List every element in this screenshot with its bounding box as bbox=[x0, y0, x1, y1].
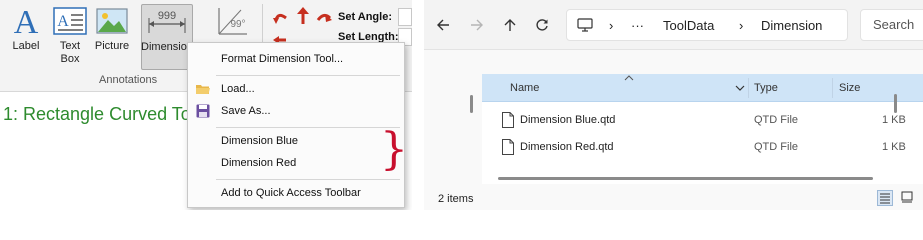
label-button[interactable]: A Label bbox=[6, 4, 46, 70]
breadcrumb-separator: › bbox=[739, 18, 744, 33]
rotate-left-icon[interactable] bbox=[273, 13, 287, 24]
breadcrumb-ellipsis[interactable]: ··· bbox=[631, 18, 644, 33]
menu-item-label: Add to Quick Access Toolbar bbox=[221, 187, 361, 199]
dimension-icon: 999 bbox=[145, 5, 189, 39]
column-header-type[interactable]: Type bbox=[754, 82, 778, 94]
horizontal-scrollbar[interactable] bbox=[498, 177, 873, 180]
textbox-button-label: Text Box bbox=[59, 40, 81, 65]
file-type: QTD File bbox=[754, 114, 798, 126]
set-angle-label: Set Angle: bbox=[338, 11, 392, 23]
column-header-name[interactable]: Name bbox=[510, 82, 539, 94]
refresh-icon bbox=[536, 19, 548, 31]
floppy-disk-icon bbox=[196, 104, 210, 118]
menu-item-label: Save As... bbox=[221, 105, 271, 117]
menu-item-save-as[interactable]: Save As... bbox=[188, 101, 404, 121]
context-menu: Format Dimension Tool... Load... Save As… bbox=[187, 42, 408, 208]
arrow-right-icon bbox=[471, 19, 483, 31]
svg-text:A: A bbox=[14, 4, 39, 38]
svg-text:A: A bbox=[57, 13, 69, 30]
menu-separator bbox=[216, 179, 400, 180]
file-row[interactable]: Dimension Blue.qtd QTD File 1 KB bbox=[482, 106, 923, 134]
sort-ascending-icon bbox=[624, 75, 634, 81]
label-a-icon: A bbox=[11, 4, 41, 38]
textbox-button[interactable]: A Text Box bbox=[50, 4, 90, 70]
search-box[interactable]: Search bbox=[860, 9, 923, 41]
file-icon bbox=[502, 112, 514, 128]
red-brace-annotation: } bbox=[380, 124, 408, 175]
column-header-size[interactable]: Size bbox=[839, 82, 860, 94]
tiles-view-button[interactable] bbox=[900, 190, 916, 206]
file-size: 1 KB bbox=[882, 141, 906, 153]
angle-icon: 99° bbox=[211, 4, 251, 38]
details-view-icon bbox=[880, 193, 890, 204]
nav-pane-scrollbar[interactable] bbox=[470, 95, 473, 113]
menu-separator bbox=[216, 75, 400, 76]
menu-item-label: Format Dimension Tool... bbox=[221, 53, 344, 65]
file-name: Dimension Blue.qtd bbox=[520, 114, 616, 126]
menu-item-label: Dimension Red bbox=[221, 157, 297, 169]
tiles-view-icon bbox=[901, 191, 913, 203]
file-explorer-window: › ··· ToolData › Dimension Search Name T… bbox=[424, 0, 923, 210]
picture-button-label: Picture bbox=[94, 40, 130, 52]
chevron-down-icon[interactable] bbox=[735, 85, 745, 91]
dimension-button[interactable]: 999 Dimension bbox=[141, 4, 193, 70]
arrow-up-icon bbox=[504, 19, 516, 31]
column-divider[interactable] bbox=[832, 78, 833, 98]
rotate-right-icon[interactable] bbox=[316, 13, 332, 22]
file-row[interactable]: Dimension Red.qtd QTD File 1 KB bbox=[482, 133, 923, 161]
file-list: Name Type Size Dimension Blue.qtd QTD Fi… bbox=[482, 74, 923, 184]
picture-icon bbox=[96, 4, 128, 38]
monitor-icon bbox=[577, 18, 593, 32]
breadcrumb-separator: › bbox=[609, 18, 614, 33]
file-type: QTD File bbox=[754, 141, 798, 153]
breadcrumb-tooldata[interactable]: ToolData bbox=[663, 18, 714, 33]
menu-item-label: Load... bbox=[221, 83, 255, 95]
menu-separator bbox=[216, 127, 400, 128]
menu-item-label: Dimension Blue bbox=[221, 135, 299, 147]
angle-icon-value: 99° bbox=[230, 19, 245, 30]
breadcrumb[interactable]: › ··· ToolData › Dimension bbox=[566, 9, 848, 41]
folder-icon bbox=[196, 85, 210, 94]
menu-item-load[interactable]: Load... bbox=[188, 79, 404, 99]
file-icon bbox=[502, 139, 514, 155]
annotations-group-label: Annotations bbox=[99, 74, 158, 86]
details-view-button[interactable] bbox=[877, 190, 893, 206]
breadcrumb-dimension[interactable]: Dimension bbox=[761, 18, 822, 33]
vertical-scrollbar[interactable] bbox=[894, 94, 897, 113]
search-placeholder: Search bbox=[873, 17, 915, 32]
forward-button[interactable] bbox=[466, 14, 488, 36]
label-button-label: Label bbox=[12, 40, 40, 52]
dimension-button-label: Dimension bbox=[141, 41, 193, 53]
menu-item-dimension-blue[interactable]: Dimension Blue bbox=[188, 131, 404, 151]
file-name: Dimension Red.qtd bbox=[520, 141, 614, 153]
address-bar-area: › ··· ToolData › Dimension Search bbox=[424, 0, 923, 50]
set-angle-input[interactable] bbox=[398, 8, 412, 26]
status-bar: 2 items bbox=[424, 186, 923, 210]
back-button[interactable] bbox=[432, 14, 454, 36]
textbox-icon: A bbox=[53, 4, 87, 38]
arrow-left-icon bbox=[437, 19, 449, 31]
column-header-row: Name Type Size bbox=[482, 74, 923, 102]
menu-item-add-to-quick-access[interactable]: Add to Quick Access Toolbar bbox=[188, 183, 404, 203]
refresh-button[interactable] bbox=[531, 14, 553, 36]
dimension-icon-value: 999 bbox=[158, 10, 176, 22]
file-size: 1 KB bbox=[882, 114, 906, 126]
menu-item-format-dimension-tool[interactable]: Format Dimension Tool... bbox=[188, 49, 404, 69]
arrow-up-icon[interactable] bbox=[297, 7, 309, 24]
app-window: A Label A Text Box Picture 999 Dimension… bbox=[0, 0, 412, 210]
item-count: 2 items bbox=[438, 193, 474, 205]
up-button[interactable] bbox=[499, 14, 521, 36]
menu-item-dimension-red[interactable]: Dimension Red bbox=[188, 153, 404, 173]
column-divider[interactable] bbox=[748, 78, 749, 98]
picture-button[interactable]: Picture bbox=[92, 4, 132, 70]
